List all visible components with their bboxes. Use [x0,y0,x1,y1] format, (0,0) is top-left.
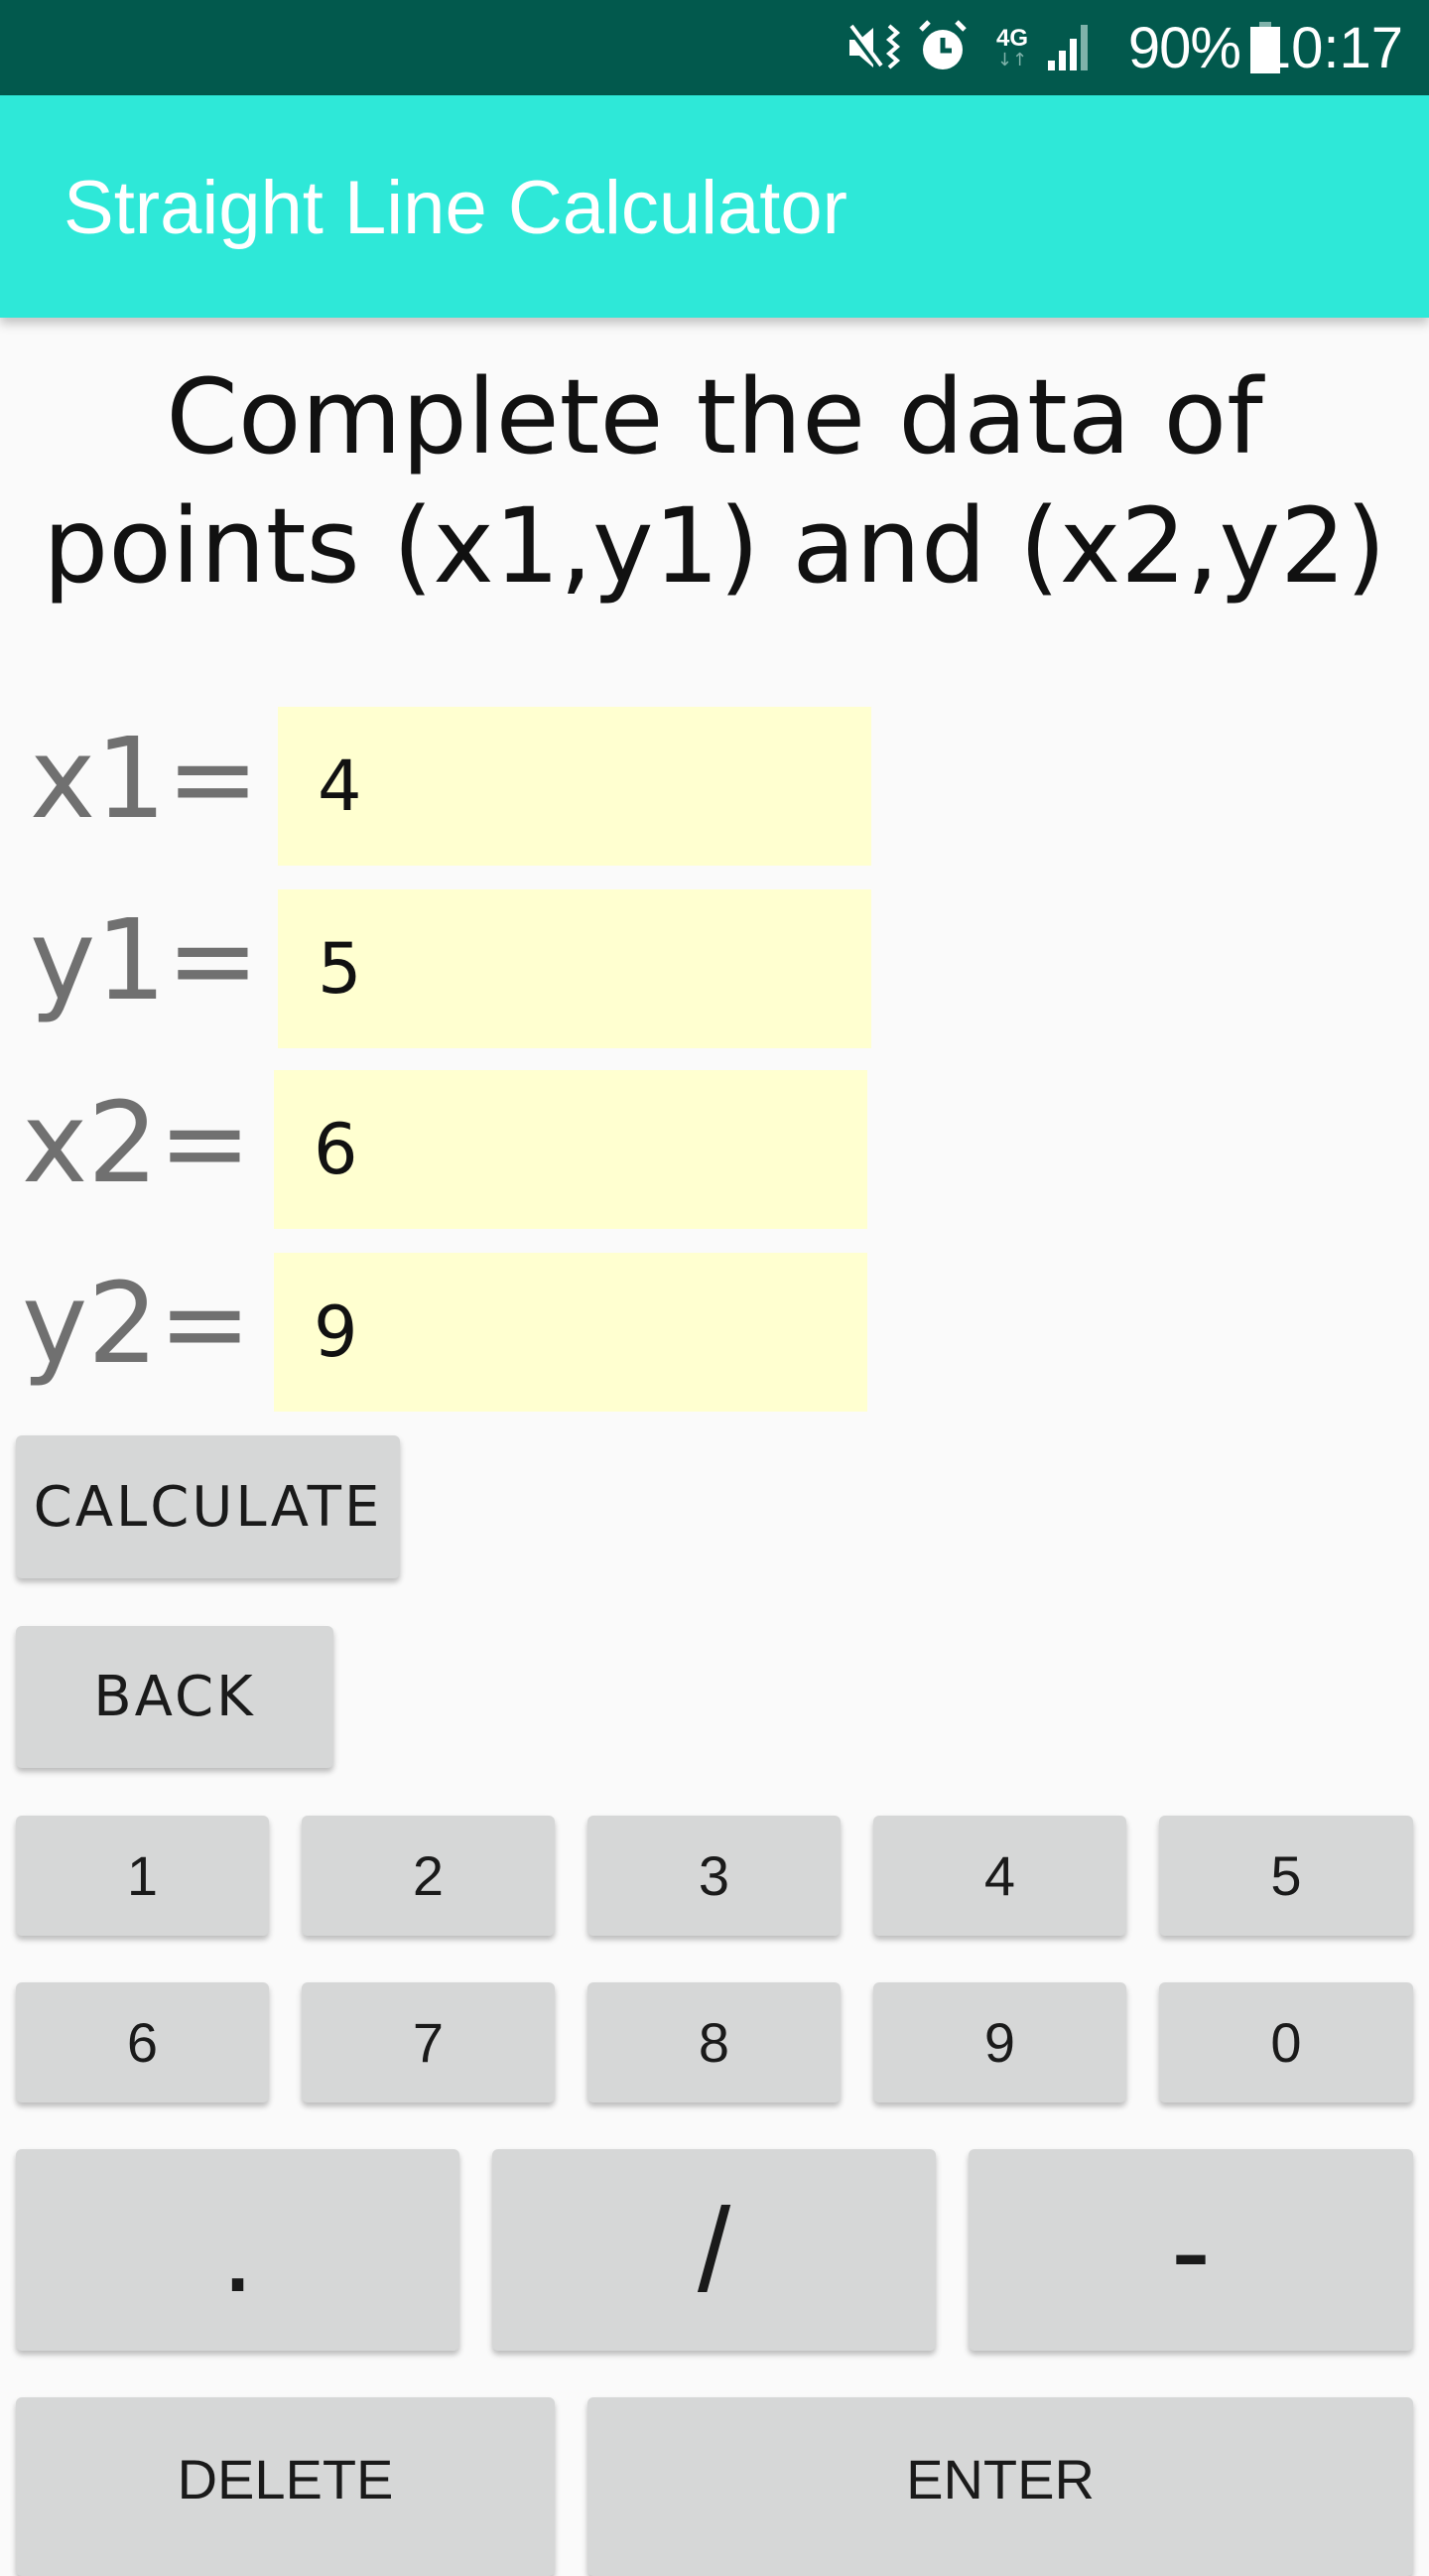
key-3[interactable]: 3 [587,1816,841,1936]
key-0[interactable]: 0 [1159,1982,1413,2102]
enter-button[interactable]: ENTER [587,2397,1413,2576]
4g-data-icon: 4G ↓↑ [995,25,1028,70]
battery-percent: 90% [1127,15,1241,80]
key-5[interactable]: 5 [1159,1816,1413,1936]
key-decimal-point[interactable]: . [16,2149,459,2351]
y1-label: y1= [30,896,260,1025]
mute-vibrate-icon [845,0,909,95]
y2-input[interactable] [274,1253,867,1412]
back-button[interactable]: BACK [16,1626,333,1768]
instructions-heading: Complete the data of points (x1,y1) and … [0,352,1429,610]
x2-label: x2= [22,1079,252,1208]
calculate-button[interactable]: CALCULATE [16,1435,400,1578]
x1-input[interactable] [278,707,871,866]
x2-input[interactable] [274,1070,867,1229]
app-bar: Straight Line Calculator [0,95,1429,318]
status-bar: 4G ↓↑ 90% 10:17 [0,0,1429,95]
x1-label: x1= [30,715,260,844]
delete-button[interactable]: DELETE [16,2397,555,2576]
y2-label: y2= [22,1260,252,1389]
key-fraction-slash[interactable]: / [492,2149,936,2351]
heading-line-2: points (x1,y1) and (x2,y2) [43,485,1386,607]
heading-line-1: Complete the data of [166,356,1263,477]
app-title: Straight Line Calculator [64,166,847,250]
network-type-label: 4G [995,25,1028,52]
key-2[interactable]: 2 [302,1816,555,1936]
key-1[interactable]: 1 [16,1816,269,1936]
alarm-icon [915,0,971,95]
key-minus[interactable]: - [969,2149,1413,2351]
y1-input[interactable] [278,889,871,1048]
key-8[interactable]: 8 [587,1982,841,2102]
key-4[interactable]: 4 [873,1816,1126,1936]
key-9[interactable]: 9 [873,1982,1126,2102]
clock: 10:17 [1258,15,1403,80]
signal-icon [1048,0,1094,95]
key-7[interactable]: 7 [302,1982,555,2102]
key-6[interactable]: 6 [16,1982,269,2102]
